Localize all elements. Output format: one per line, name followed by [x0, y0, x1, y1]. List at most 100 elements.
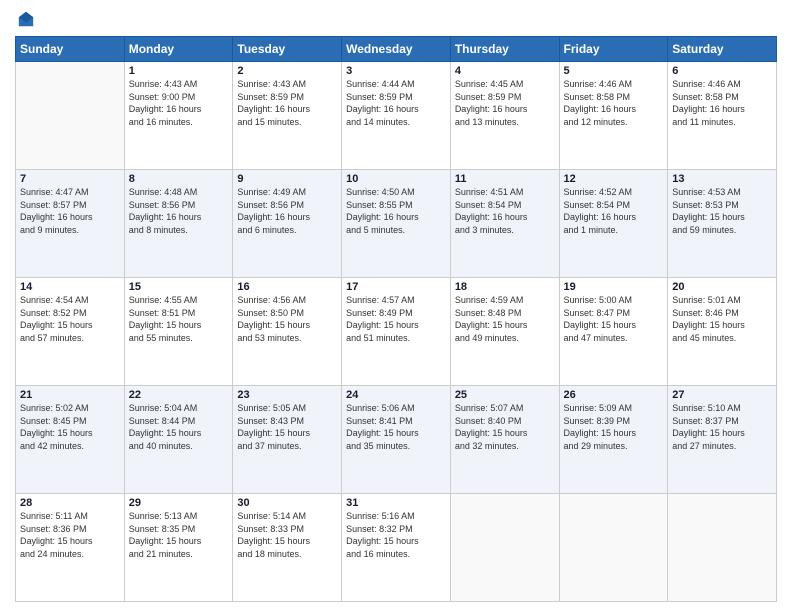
calendar-week-row: 28Sunrise: 5:11 AM Sunset: 8:36 PM Dayli…	[16, 494, 777, 602]
calendar-cell: 15Sunrise: 4:55 AM Sunset: 8:51 PM Dayli…	[124, 278, 233, 386]
calendar-cell: 25Sunrise: 5:07 AM Sunset: 8:40 PM Dayli…	[450, 386, 559, 494]
weekday-header: Sunday	[16, 37, 125, 62]
calendar-cell: 18Sunrise: 4:59 AM Sunset: 8:48 PM Dayli…	[450, 278, 559, 386]
day-number: 19	[564, 281, 664, 293]
day-info: Sunrise: 4:59 AM Sunset: 8:48 PM Dayligh…	[455, 294, 555, 344]
day-number: 26	[564, 389, 664, 401]
day-number: 30	[237, 497, 337, 509]
day-info: Sunrise: 4:56 AM Sunset: 8:50 PM Dayligh…	[237, 294, 337, 344]
calendar-cell: 7Sunrise: 4:47 AM Sunset: 8:57 PM Daylig…	[16, 170, 125, 278]
day-number: 24	[346, 389, 446, 401]
calendar-cell: 4Sunrise: 4:45 AM Sunset: 8:59 PM Daylig…	[450, 62, 559, 170]
calendar-cell: 21Sunrise: 5:02 AM Sunset: 8:45 PM Dayli…	[16, 386, 125, 494]
calendar-cell: 29Sunrise: 5:13 AM Sunset: 8:35 PM Dayli…	[124, 494, 233, 602]
calendar-cell: 13Sunrise: 4:53 AM Sunset: 8:53 PM Dayli…	[668, 170, 777, 278]
calendar-cell: 24Sunrise: 5:06 AM Sunset: 8:41 PM Dayli…	[342, 386, 451, 494]
calendar-cell: 17Sunrise: 4:57 AM Sunset: 8:49 PM Dayli…	[342, 278, 451, 386]
day-info: Sunrise: 4:50 AM Sunset: 8:55 PM Dayligh…	[346, 186, 446, 236]
day-info: Sunrise: 5:05 AM Sunset: 8:43 PM Dayligh…	[237, 402, 337, 452]
calendar-cell	[16, 62, 125, 170]
day-number: 31	[346, 497, 446, 509]
calendar-cell: 19Sunrise: 5:00 AM Sunset: 8:47 PM Dayli…	[559, 278, 668, 386]
day-info: Sunrise: 4:52 AM Sunset: 8:54 PM Dayligh…	[564, 186, 664, 236]
calendar-cell: 12Sunrise: 4:52 AM Sunset: 8:54 PM Dayli…	[559, 170, 668, 278]
day-info: Sunrise: 4:43 AM Sunset: 9:00 PM Dayligh…	[129, 78, 229, 128]
calendar-cell: 6Sunrise: 4:46 AM Sunset: 8:58 PM Daylig…	[668, 62, 777, 170]
day-number: 29	[129, 497, 229, 509]
calendar-cell: 23Sunrise: 5:05 AM Sunset: 8:43 PM Dayli…	[233, 386, 342, 494]
calendar-cell: 26Sunrise: 5:09 AM Sunset: 8:39 PM Dayli…	[559, 386, 668, 494]
header-row: SundayMondayTuesdayWednesdayThursdayFrid…	[16, 37, 777, 62]
calendar-cell	[559, 494, 668, 602]
day-info: Sunrise: 5:13 AM Sunset: 8:35 PM Dayligh…	[129, 510, 229, 560]
day-number: 10	[346, 173, 446, 185]
day-number: 9	[237, 173, 337, 185]
logo	[15, 10, 35, 28]
day-info: Sunrise: 5:04 AM Sunset: 8:44 PM Dayligh…	[129, 402, 229, 452]
calendar-week-row: 7Sunrise: 4:47 AM Sunset: 8:57 PM Daylig…	[16, 170, 777, 278]
day-number: 22	[129, 389, 229, 401]
day-number: 3	[346, 65, 446, 77]
day-info: Sunrise: 5:02 AM Sunset: 8:45 PM Dayligh…	[20, 402, 120, 452]
calendar-cell: 31Sunrise: 5:16 AM Sunset: 8:32 PM Dayli…	[342, 494, 451, 602]
weekday-header: Tuesday	[233, 37, 342, 62]
day-info: Sunrise: 4:46 AM Sunset: 8:58 PM Dayligh…	[564, 78, 664, 128]
calendar-cell: 22Sunrise: 5:04 AM Sunset: 8:44 PM Dayli…	[124, 386, 233, 494]
day-info: Sunrise: 4:51 AM Sunset: 8:54 PM Dayligh…	[455, 186, 555, 236]
calendar-cell	[450, 494, 559, 602]
weekday-header: Friday	[559, 37, 668, 62]
day-number: 8	[129, 173, 229, 185]
day-info: Sunrise: 4:44 AM Sunset: 8:59 PM Dayligh…	[346, 78, 446, 128]
day-number: 7	[20, 173, 120, 185]
calendar-cell: 27Sunrise: 5:10 AM Sunset: 8:37 PM Dayli…	[668, 386, 777, 494]
calendar-cell	[668, 494, 777, 602]
day-number: 21	[20, 389, 120, 401]
calendar-cell: 14Sunrise: 4:54 AM Sunset: 8:52 PM Dayli…	[16, 278, 125, 386]
calendar-cell: 28Sunrise: 5:11 AM Sunset: 8:36 PM Dayli…	[16, 494, 125, 602]
calendar-cell: 11Sunrise: 4:51 AM Sunset: 8:54 PM Dayli…	[450, 170, 559, 278]
day-number: 23	[237, 389, 337, 401]
day-info: Sunrise: 4:57 AM Sunset: 8:49 PM Dayligh…	[346, 294, 446, 344]
day-info: Sunrise: 5:09 AM Sunset: 8:39 PM Dayligh…	[564, 402, 664, 452]
calendar-cell: 30Sunrise: 5:14 AM Sunset: 8:33 PM Dayli…	[233, 494, 342, 602]
day-info: Sunrise: 5:06 AM Sunset: 8:41 PM Dayligh…	[346, 402, 446, 452]
calendar-cell: 9Sunrise: 4:49 AM Sunset: 8:56 PM Daylig…	[233, 170, 342, 278]
weekday-header: Saturday	[668, 37, 777, 62]
calendar-cell: 16Sunrise: 4:56 AM Sunset: 8:50 PM Dayli…	[233, 278, 342, 386]
day-number: 4	[455, 65, 555, 77]
calendar-cell: 2Sunrise: 4:43 AM Sunset: 8:59 PM Daylig…	[233, 62, 342, 170]
day-info: Sunrise: 4:48 AM Sunset: 8:56 PM Dayligh…	[129, 186, 229, 236]
day-number: 11	[455, 173, 555, 185]
day-info: Sunrise: 4:45 AM Sunset: 8:59 PM Dayligh…	[455, 78, 555, 128]
calendar: SundayMondayTuesdayWednesdayThursdayFrid…	[15, 36, 777, 602]
day-number: 13	[672, 173, 772, 185]
day-number: 12	[564, 173, 664, 185]
day-number: 17	[346, 281, 446, 293]
day-info: Sunrise: 5:01 AM Sunset: 8:46 PM Dayligh…	[672, 294, 772, 344]
calendar-cell: 1Sunrise: 4:43 AM Sunset: 9:00 PM Daylig…	[124, 62, 233, 170]
day-info: Sunrise: 4:49 AM Sunset: 8:56 PM Dayligh…	[237, 186, 337, 236]
day-number: 5	[564, 65, 664, 77]
weekday-header: Wednesday	[342, 37, 451, 62]
day-info: Sunrise: 5:00 AM Sunset: 8:47 PM Dayligh…	[564, 294, 664, 344]
day-number: 2	[237, 65, 337, 77]
day-number: 18	[455, 281, 555, 293]
day-number: 15	[129, 281, 229, 293]
day-info: Sunrise: 5:14 AM Sunset: 8:33 PM Dayligh…	[237, 510, 337, 560]
day-info: Sunrise: 4:46 AM Sunset: 8:58 PM Dayligh…	[672, 78, 772, 128]
day-info: Sunrise: 4:53 AM Sunset: 8:53 PM Dayligh…	[672, 186, 772, 236]
day-number: 28	[20, 497, 120, 509]
calendar-cell: 20Sunrise: 5:01 AM Sunset: 8:46 PM Dayli…	[668, 278, 777, 386]
logo-icon	[17, 10, 35, 28]
day-number: 14	[20, 281, 120, 293]
header	[15, 10, 777, 28]
day-number: 6	[672, 65, 772, 77]
day-info: Sunrise: 4:47 AM Sunset: 8:57 PM Dayligh…	[20, 186, 120, 236]
weekday-header: Monday	[124, 37, 233, 62]
day-info: Sunrise: 5:07 AM Sunset: 8:40 PM Dayligh…	[455, 402, 555, 452]
calendar-week-row: 1Sunrise: 4:43 AM Sunset: 9:00 PM Daylig…	[16, 62, 777, 170]
calendar-week-row: 21Sunrise: 5:02 AM Sunset: 8:45 PM Dayli…	[16, 386, 777, 494]
weekday-header: Thursday	[450, 37, 559, 62]
page: SundayMondayTuesdayWednesdayThursdayFrid…	[0, 0, 792, 612]
calendar-cell: 5Sunrise: 4:46 AM Sunset: 8:58 PM Daylig…	[559, 62, 668, 170]
